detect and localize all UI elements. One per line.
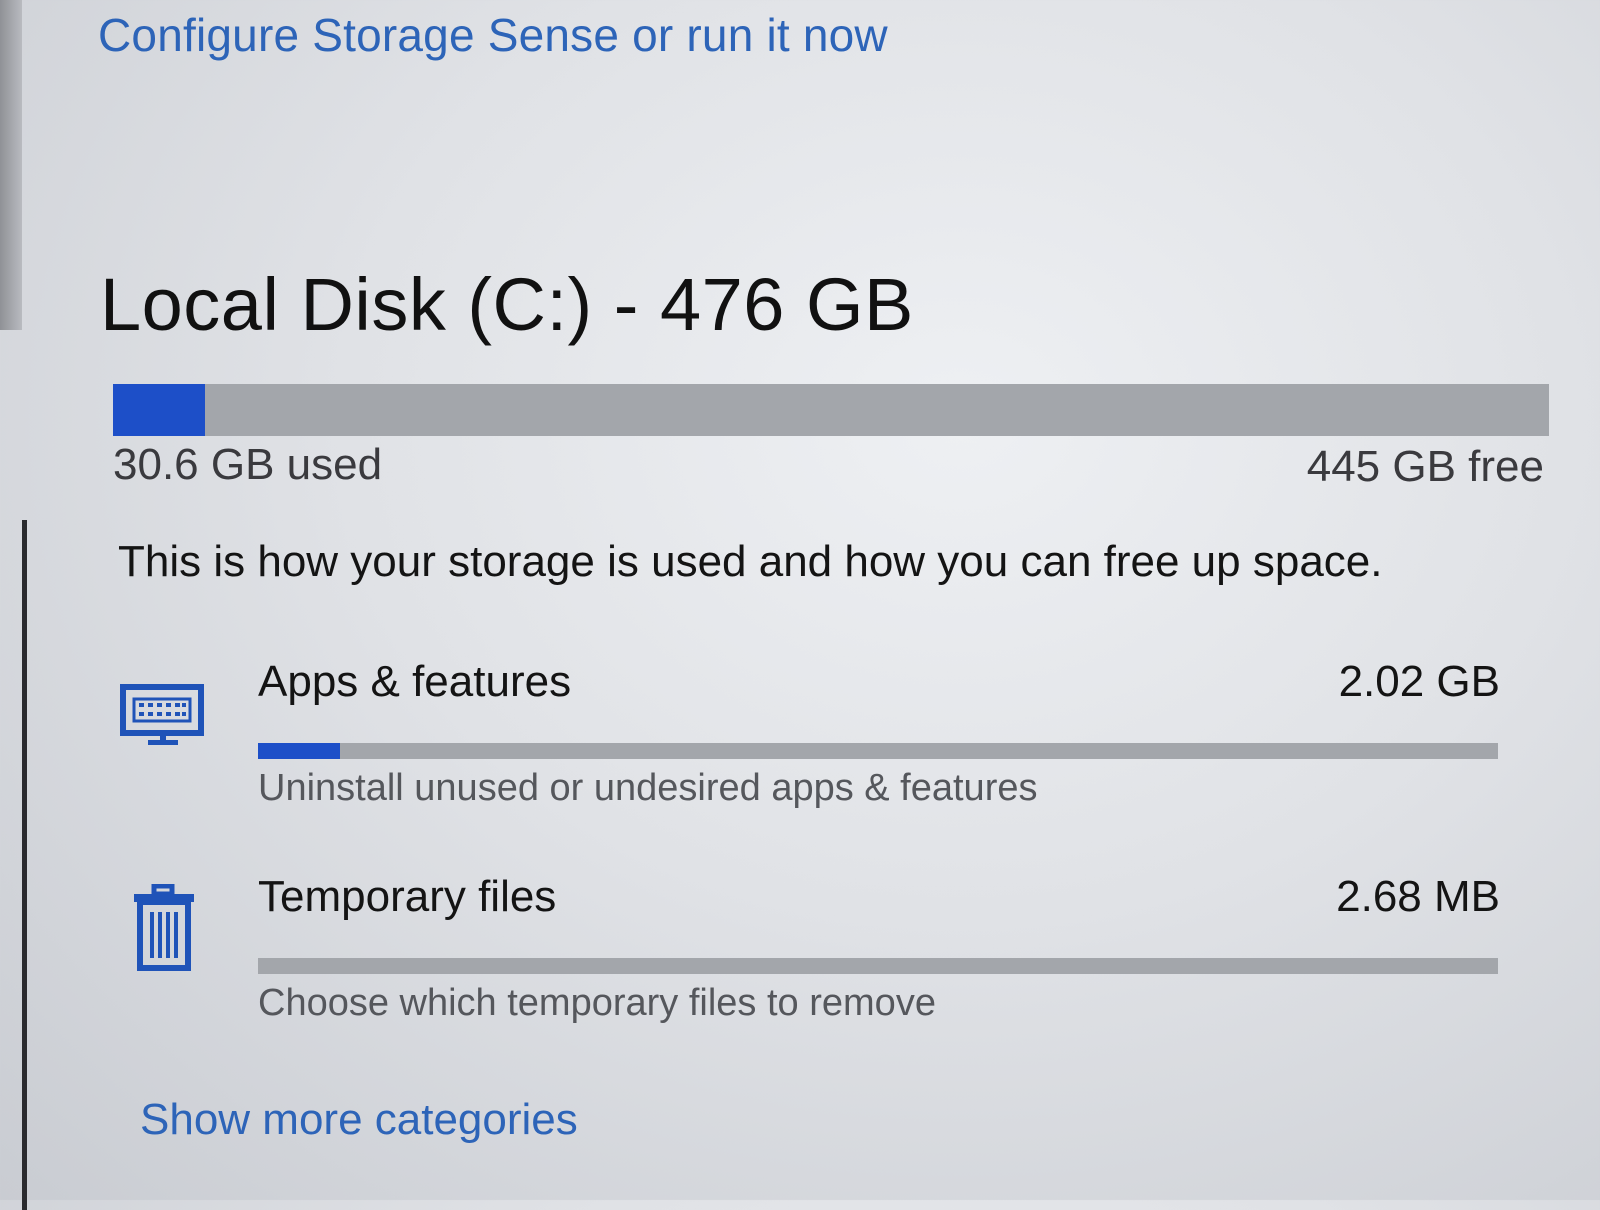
drive-usage-fill — [113, 384, 205, 436]
drive-used-label: 30.6 GB used — [113, 440, 383, 489]
category-description: Uninstall unused or undesired apps & fea… — [258, 767, 1038, 809]
nav-pane-divider — [22, 520, 27, 1210]
storage-description: This is how your storage is used and how… — [118, 537, 1383, 586]
trash-icon — [118, 883, 208, 974]
category-name: Apps & features — [258, 657, 572, 706]
drive-usage-bar — [113, 384, 1549, 436]
category-temporary-files[interactable]: Temporary files 2.68 MB Choose which tem… — [118, 870, 1500, 1030]
window-left-edge — [0, 0, 22, 330]
configure-storage-sense-link[interactable]: Configure Storage Sense or run it now — [98, 8, 888, 62]
drive-free-label: 445 GB free — [1306, 442, 1544, 491]
show-more-categories-link[interactable]: Show more categories — [140, 1095, 578, 1145]
category-apps-features[interactable]: Apps & features 2.02 GB Uninstall unused… — [118, 655, 1500, 815]
category-size: 2.68 MB — [1336, 872, 1500, 921]
category-name: Temporary files — [258, 872, 557, 921]
category-description: Choose which temporary files to remove — [258, 982, 936, 1024]
category-usage-bar — [258, 743, 1498, 759]
category-usage-fill — [258, 743, 340, 759]
category-usage-bar — [258, 958, 1498, 974]
desktop-keyboard-icon — [118, 669, 208, 759]
category-size: 2.02 GB — [1338, 657, 1500, 706]
drive-title: Local Disk (C:) - 476 GB — [100, 263, 914, 346]
